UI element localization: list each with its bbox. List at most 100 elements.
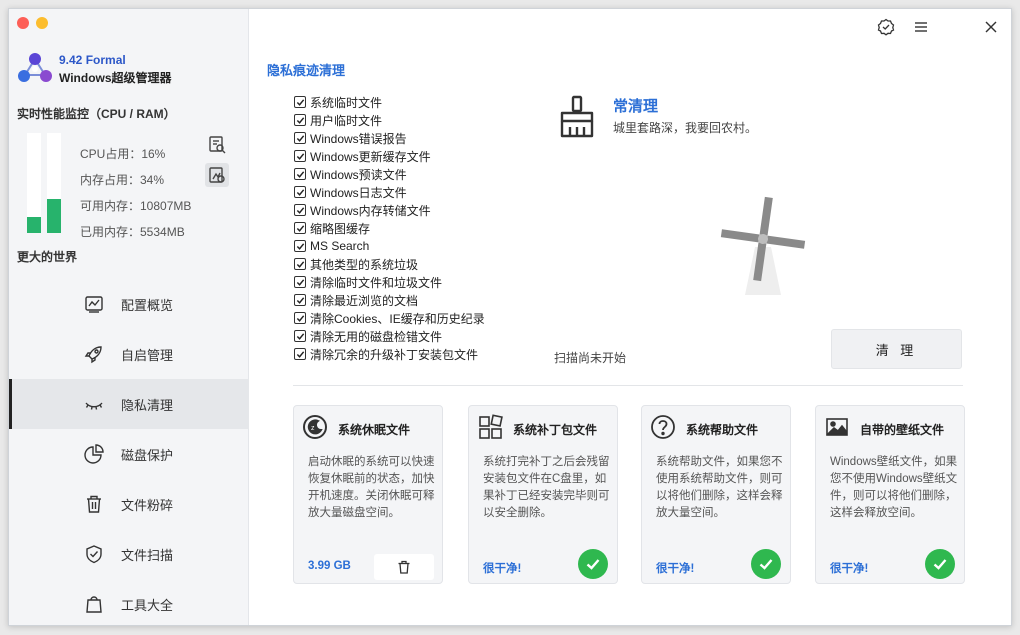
privacy-checkbox-item[interactable]: 清除最近浏览的文档 [294, 291, 485, 309]
windmill-icon [720, 196, 806, 295]
sidebar-item-label: 隐私清理 [121, 397, 174, 413]
checkbox-label: 系统临时文件 [310, 95, 383, 110]
settings-badge-button[interactable] [876, 17, 896, 37]
checkbox[interactable] [294, 114, 306, 126]
privacy-checkbox-item[interactable]: Windows错误报告 [294, 129, 485, 147]
checkmark-icon [296, 278, 304, 286]
broom-icon [560, 95, 594, 138]
checkbox-label: Windows预读文件 [310, 167, 407, 182]
privacy-checkbox-item[interactable]: 其他类型的系统垃圾 [294, 255, 485, 273]
checkbox[interactable] [294, 150, 306, 162]
checkbox-label: 清除无用的磁盘检错文件 [310, 329, 443, 344]
sidebar-item-scan[interactable]: 文件扫描 [9, 529, 249, 579]
usage-stats: CPU占用：16% 内存占用：34% 可用内存：10807MB 已用内存：553… [80, 141, 191, 245]
badge-check-icon [877, 18, 895, 36]
pie-icon [84, 444, 104, 464]
checkbox[interactable] [294, 294, 306, 306]
sidebar-item-shredder[interactable]: 文件粉碎 [9, 479, 249, 529]
privacy-checkbox-item[interactable]: 缩略图缓存 [294, 219, 485, 237]
checkbox-label: MS Search [310, 239, 370, 253]
privacy-checkbox-item[interactable]: 清除无用的磁盘检错文件 [294, 327, 485, 345]
privacy-checkbox-item[interactable]: MS Search [294, 237, 485, 255]
clean-button[interactable]: 清 理 [831, 329, 962, 369]
privacy-checkbox-item[interactable]: 系统临时文件 [294, 93, 485, 111]
checkbox[interactable] [294, 258, 306, 270]
checkbox[interactable] [294, 222, 306, 234]
memory-monitor-icon[interactable] [205, 163, 229, 187]
checkbox-label: 缩略图缓存 [310, 221, 371, 236]
checkmark-icon [296, 296, 304, 304]
card-description: Windows壁纸文件，如果您不使用Windows壁纸文件，则可以将他们删除，这… [830, 456, 958, 519]
clean-ok-badge [751, 549, 781, 579]
checkbox[interactable] [294, 186, 306, 198]
app-name: Windows超级管理器 [59, 71, 172, 85]
privacy-checkbox-item[interactable]: Windows更新缓存文件 [294, 147, 485, 165]
checkbox-label: Windows日志文件 [310, 185, 407, 200]
trash-icon [398, 560, 410, 574]
privacy-checklist: 系统临时文件 用户临时文件 Windows错误报告 Windows更新缓存文件 Wind… [294, 93, 485, 363]
bag-icon [86, 596, 102, 613]
cpu-monitor-icon[interactable] [205, 133, 229, 157]
privacy-checkbox-item[interactable]: 清除临时文件和垃圾文件 [294, 273, 485, 291]
checkbox[interactable] [294, 276, 306, 288]
card-status: 很干净! [483, 563, 522, 575]
privacy-checkbox-item[interactable]: Windows预读文件 [294, 165, 485, 183]
privacy-checkbox-item[interactable]: 清除Cookies、IE缓存和历史纪录 [294, 309, 485, 327]
checkbox[interactable] [294, 330, 306, 342]
checkbox[interactable] [294, 240, 306, 252]
menu-icon [915, 22, 927, 32]
available-memory-text: 可用内存：10807MB [80, 199, 192, 213]
card-help: 系统帮助文件 系统帮助文件，如果您不使用系统帮助文件，则可以将他们删除，这样会释… [641, 405, 791, 584]
checkmark-icon [296, 224, 304, 232]
check-icon [933, 559, 947, 570]
clean-ok-badge [578, 549, 608, 579]
checkbox[interactable] [294, 96, 306, 108]
sidebar-item-overview[interactable]: 配置概览 [9, 279, 249, 329]
checkmark-icon [296, 332, 304, 340]
close-button[interactable] [981, 17, 1001, 37]
checkmark-icon [296, 206, 304, 214]
memory-usage-fill [47, 199, 61, 233]
tip-text: 城里套路深，我要回农村。 [613, 121, 758, 135]
card-hibernate: z 系统休眠文件 启动休眠的系统可以快速恢复休眠前的状态，加快开机速度。关闭休眠… [293, 405, 443, 584]
minimize-window-button[interactable] [36, 17, 48, 29]
close-window-button[interactable] [17, 17, 29, 29]
checkbox-label: Windows内存转储文件 [310, 203, 431, 218]
menu-button[interactable] [911, 17, 931, 37]
chart-icon [85, 296, 103, 313]
sidebar-item-disk[interactable]: 磁盘保护 [9, 429, 249, 479]
cpu-usage-fill [27, 217, 41, 233]
privacy-checkbox-item[interactable]: Windows日志文件 [294, 183, 485, 201]
window-traffic-lights [17, 17, 48, 29]
privacy-checkbox-item[interactable]: Windows内存转储文件 [294, 201, 485, 219]
checkbox[interactable] [294, 168, 306, 180]
windows-icon [479, 414, 503, 439]
privacy-checkbox-item[interactable]: 清除冗余的升级补丁安装包文件 [294, 345, 485, 363]
delete-hibernate-button[interactable] [374, 554, 434, 580]
checkmark-icon [296, 242, 304, 250]
checkmark-icon [296, 170, 304, 178]
privacy-checkbox-item[interactable]: 用户临时文件 [294, 111, 485, 129]
sidebar-item-label: 磁盘保护 [121, 447, 174, 463]
card-description: 启动休眠的系统可以快速恢复休眠前的状态，加快开机速度。关闭休眠可释放大量磁盘空间… [308, 456, 435, 519]
used-memory-text: 已用内存：5534MB [80, 225, 185, 239]
checkbox[interactable] [294, 312, 306, 324]
slogan-text: 更大的世界 [17, 250, 78, 264]
checkbox-label: Windows更新缓存文件 [310, 149, 431, 164]
checkbox[interactable] [294, 132, 306, 144]
scan-status: 扫描尚未开始 [554, 351, 627, 365]
card-patch: 系统补丁包文件 系统打完补丁之后会残留安装包文件在C盘里，如果补丁已经安装完毕则… [468, 405, 618, 584]
sidebar-item-privacy[interactable]: 隐私清理 [9, 379, 249, 429]
checkbox[interactable] [294, 348, 306, 360]
sidebar-item-startup[interactable]: 自启管理 [9, 329, 249, 379]
checkbox[interactable] [294, 204, 306, 216]
checkbox-label: 清除冗余的升级补丁安装包文件 [310, 347, 479, 362]
checkmark-icon [296, 350, 304, 358]
sidebar-item-label: 文件扫描 [121, 547, 174, 563]
card-title: 自带的壁纸文件 [860, 423, 945, 437]
card-wallpaper: 自带的壁纸文件 Windows壁纸文件，如果您不使用Windows壁纸文件，则可… [815, 405, 965, 584]
sidebar-item-tools[interactable]: 工具大全 [9, 579, 249, 625]
section-title: 隐私痕迹清理 [267, 63, 346, 78]
sidebar-nav: 配置概览 自启管理 隐私清理 磁盘保护 文件粉碎 文件扫描 工具大全 [9, 279, 249, 625]
checkmark-icon [296, 134, 304, 142]
